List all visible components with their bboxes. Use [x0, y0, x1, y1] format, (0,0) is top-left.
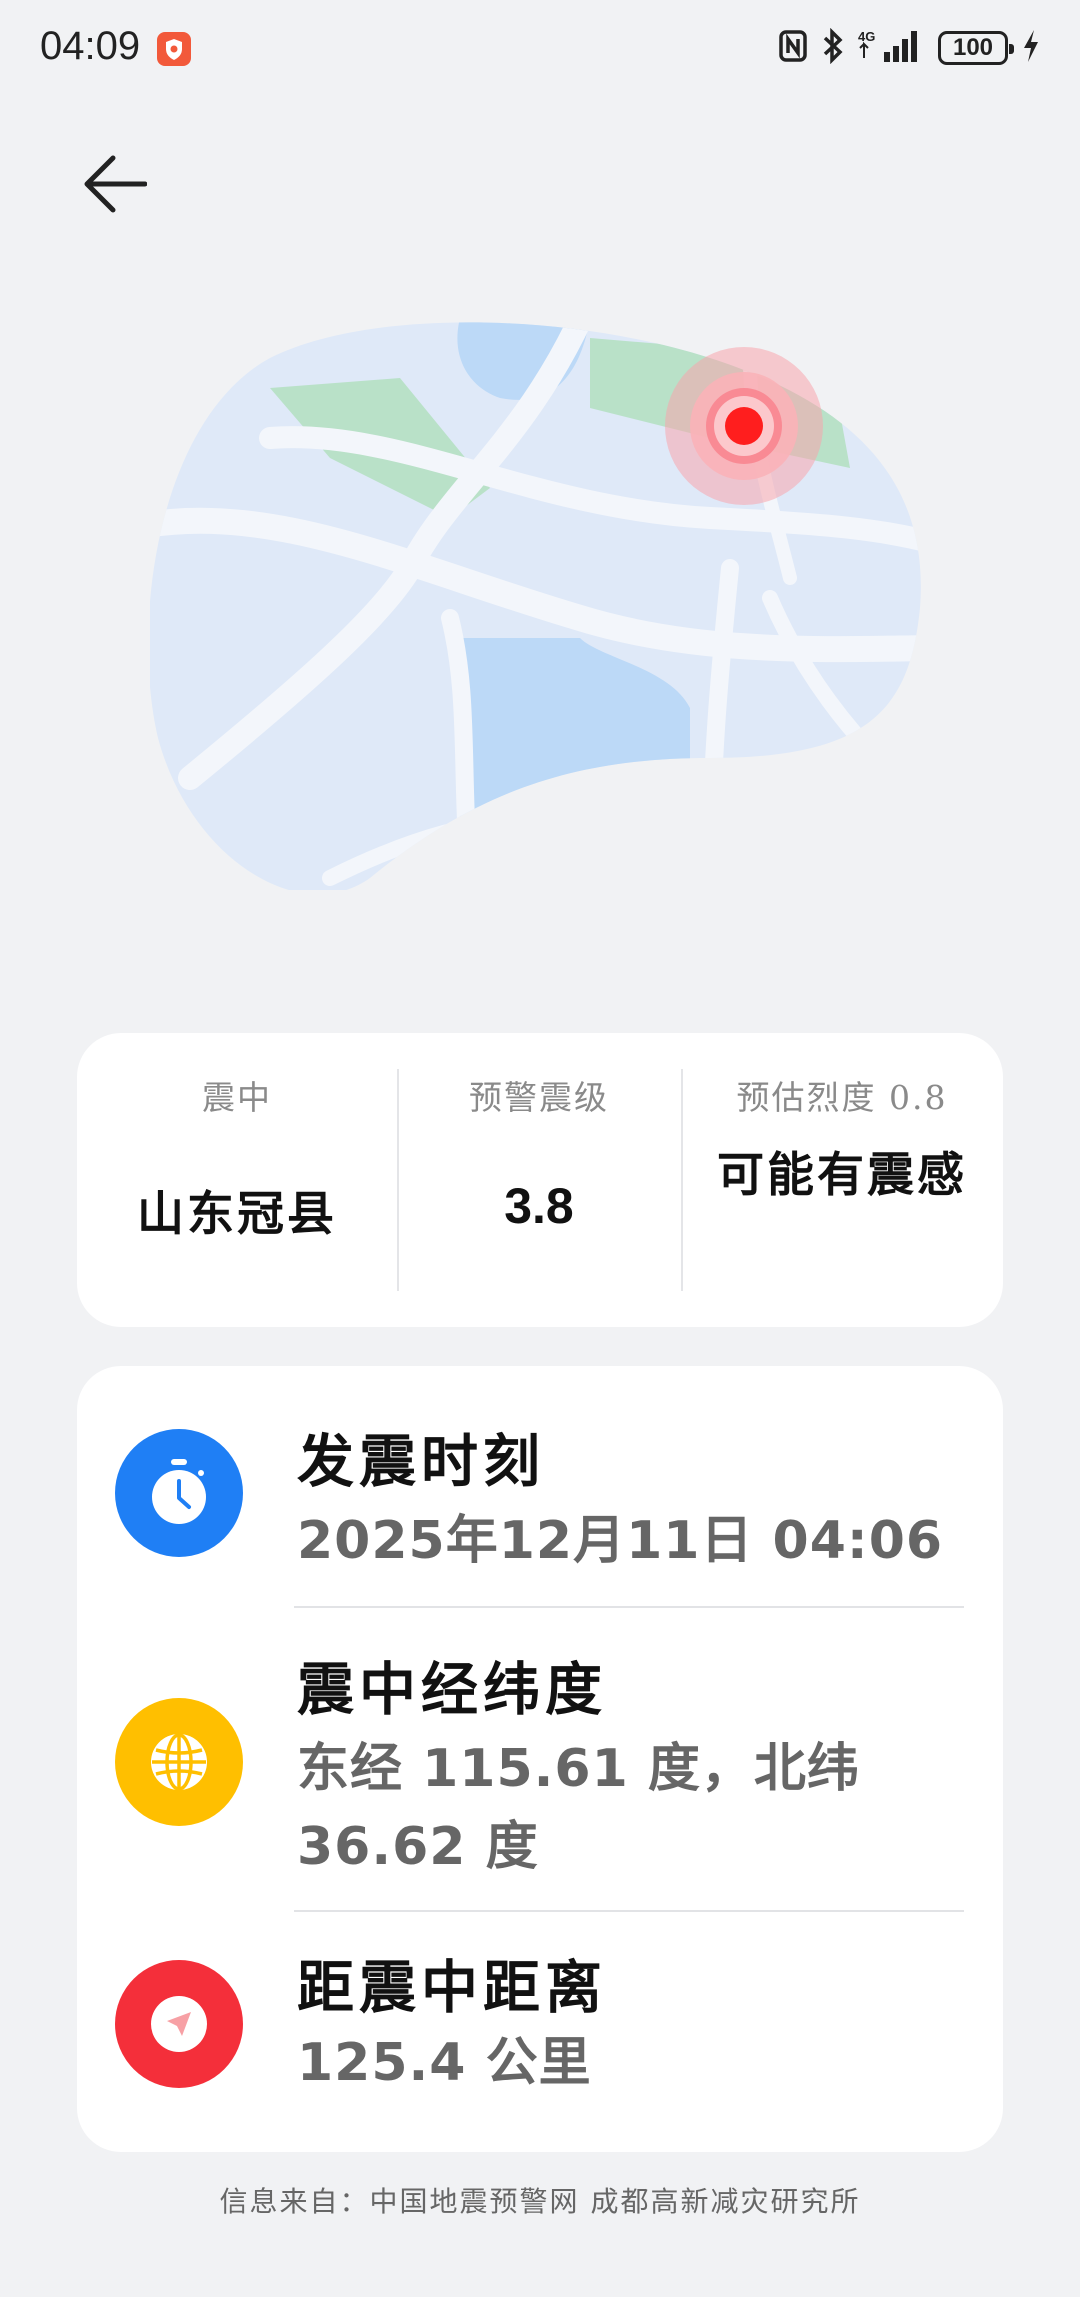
bluetooth-icon [822, 27, 844, 68]
globe-icon [115, 1698, 243, 1826]
magnitude-label: 预警震级 [469, 1078, 609, 1117]
epicenter-column: 震中 山东冠县 [77, 1071, 397, 1291]
detail-value: 东经 115.61 度，北纬 36.62 度 [297, 1739, 860, 1877]
signal-4g-icon: 4G [858, 28, 924, 68]
detail-row-time: 发震时刻 2025年12月11日 04:06 [77, 1366, 1003, 1610]
details-card: 发震时刻 2025年12月11日 04:06 震中经纬度 东经 115.61 度… [77, 1366, 1003, 2152]
status-icons: 4G 100 [778, 26, 1040, 70]
battery-indicator: 100 [938, 31, 1014, 65]
status-bar: 04:09 4G 100 [0, 0, 1080, 96]
arrow-left-icon [81, 154, 148, 218]
navigation-arrow-icon [115, 1960, 243, 2088]
detail-title: 震中经纬度 [297, 1656, 607, 1723]
intensity-column: 预估烈度 0.8 可能有震感 [681, 1071, 1003, 1291]
detail-row-coordinates: 震中经纬度 东经 115.61 度，北纬 36.62 度 [77, 1608, 1003, 1910]
nfc-icon [778, 29, 808, 67]
back-button[interactable] [78, 150, 150, 222]
data-source-text: 信息来自：中国地震预警网 成都高新减灾研究所 [219, 2185, 861, 2218]
svg-text:4G: 4G [858, 29, 875, 44]
detail-value: 2025年12月11日 04:06 [297, 1511, 944, 1571]
detail-value: 125.4 公里 [297, 2033, 592, 2093]
magnitude-value: 3.8 [504, 1178, 574, 1234]
detail-title: 发震时刻 [297, 1428, 545, 1495]
status-time: 04:09 [40, 24, 141, 68]
epicenter-map [148, 318, 930, 895]
epicenter-label: 震中 [202, 1078, 272, 1117]
epicenter-value: 山东冠县 [137, 1187, 337, 1242]
detail-row-distance: 距震中距离 125.4 公里 [77, 1912, 1003, 2152]
app-notification-icon [157, 32, 191, 66]
charging-icon [1022, 28, 1040, 68]
clock-icon [115, 1429, 243, 1557]
intensity-value: 可能有震感 [717, 1148, 967, 1203]
detail-title: 距震中距离 [297, 1954, 607, 2021]
magnitude-column: 预警震级 3.8 [397, 1071, 681, 1291]
intensity-label: 预估烈度 0.8 [736, 1078, 948, 1117]
summary-card: 震中 山东冠县 预警震级 3.8 预估烈度 0.8 可能有震感 [77, 1033, 1003, 1327]
